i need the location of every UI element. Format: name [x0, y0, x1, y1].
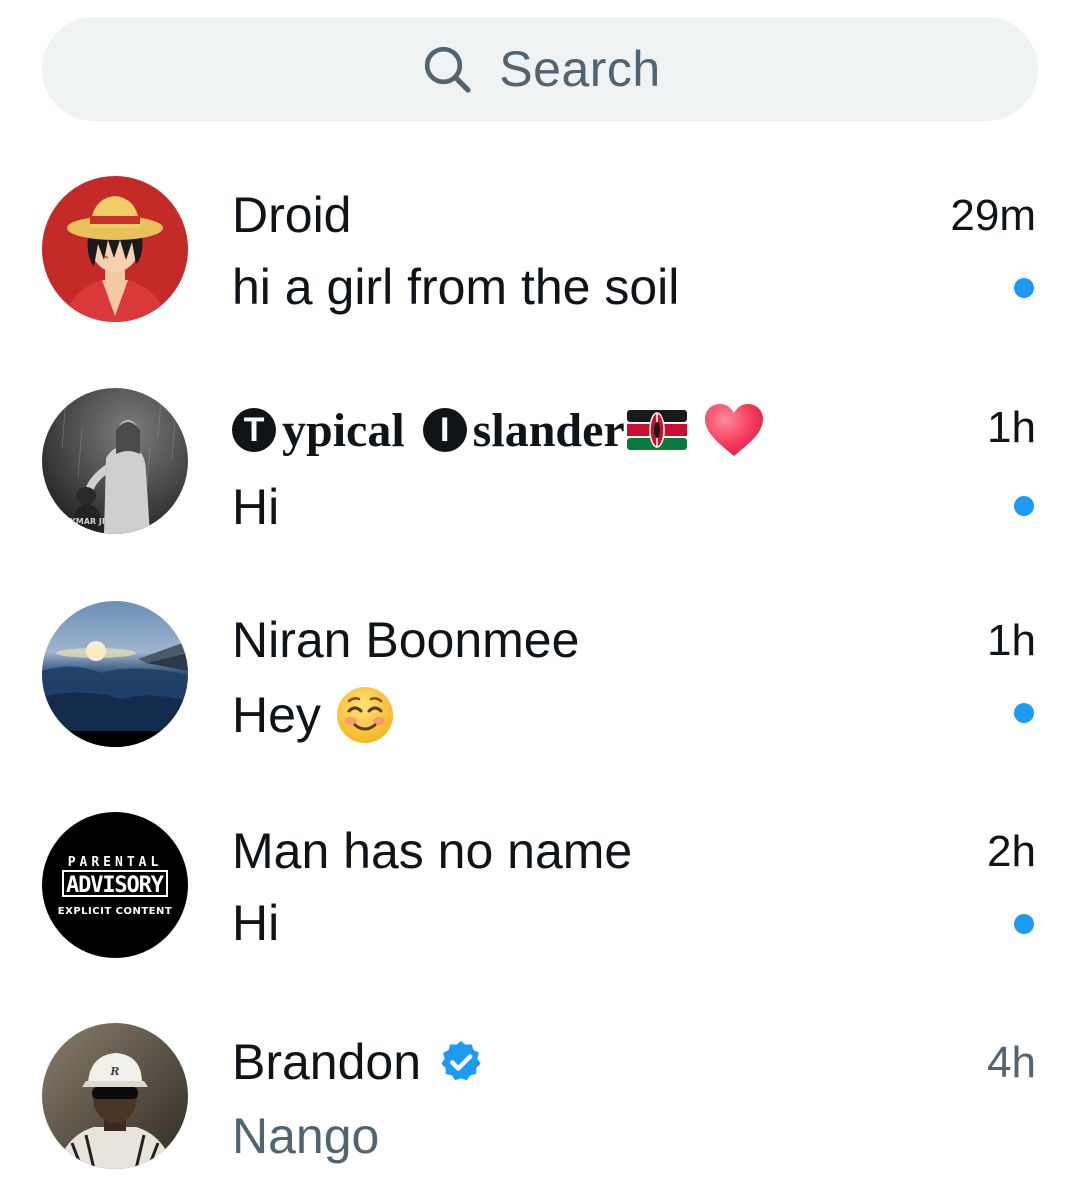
jesus-rain-avatar[interactable]: YMAR JR	[42, 388, 188, 534]
conversation-preview: Hi	[232, 479, 280, 535]
name-part: slander	[472, 403, 625, 457]
conversation-item[interactable]: YMAR JR T ypical I slander 1h Hi	[0, 372, 1076, 552]
kenya-flag-icon	[626, 410, 687, 450]
name-text: Brandon	[232, 1034, 422, 1090]
parental-advisory-avatar[interactable]: PARENTAL ADVISORY EXPLICIT CONTENT	[42, 812, 188, 958]
advisory-line-2: ADVISORY	[66, 873, 165, 898]
anime-straw-hat-avatar[interactable]	[42, 176, 188, 322]
conversation-name: T ypical I slander	[232, 402, 765, 458]
conversation-item[interactable]: Droid 29m hi a girl from the soil	[0, 160, 1076, 340]
man-cap-sunglasses-avatar[interactable]: R	[42, 1023, 188, 1169]
conversation-time: 2h	[987, 827, 1036, 876]
verified-badge-icon	[441, 1041, 481, 1081]
name-styled-text: T ypical I slander	[232, 403, 625, 458]
name-initial-badge: T	[232, 408, 276, 452]
unread-dot	[1014, 496, 1034, 516]
conversation-list: Droid 29m hi a girl from the soil YMAR J…	[0, 0, 1076, 1188]
advisory-line-1: PARENTAL	[68, 855, 163, 870]
advisory-line-3: EXPLICIT CONTENT	[58, 906, 172, 917]
conversation-time: 1h	[987, 403, 1036, 452]
unread-dot	[1014, 914, 1034, 934]
conversation-time: 1h	[987, 616, 1036, 665]
unread-dot	[1014, 278, 1034, 298]
svg-text:YMAR JR: YMAR JR	[69, 517, 108, 526]
preview-text: Hey	[232, 687, 321, 743]
unread-dot	[1014, 703, 1034, 723]
heart-icon	[704, 404, 763, 456]
conversation-preview: Nango	[232, 1108, 380, 1164]
name-part: ypical	[282, 403, 405, 457]
conversation-preview: hi a girl from the soil	[232, 259, 680, 315]
conversation-name: Brandon	[232, 1037, 485, 1087]
name-text: Droid	[232, 187, 352, 243]
conversation-item[interactable]: Niran Boonmee 1h Hey	[0, 585, 1076, 765]
airplane-window-sky-avatar[interactable]	[42, 601, 188, 747]
conversation-time: 4h	[987, 1038, 1036, 1087]
conversation-item[interactable]: R Brandon 4h Nango	[0, 1007, 1076, 1187]
conversation-name: Droid	[232, 190, 351, 240]
conversation-preview: Hi	[232, 895, 280, 951]
name-initial-badge: I	[422, 408, 467, 452]
svg-text:R: R	[109, 1065, 119, 1078]
name-text: Niran Boonmee	[232, 612, 580, 668]
conversation-time: 29m	[950, 191, 1036, 240]
conversation-name: Man has no name	[232, 826, 632, 876]
smiling-face-icon	[336, 687, 393, 743]
conversation-item[interactable]: PARENTAL ADVISORY EXPLICIT CONTENT Man h…	[0, 796, 1076, 976]
name-text: Man has no name	[232, 823, 633, 879]
conversation-preview: Hey	[232, 685, 395, 745]
conversation-name: Niran Boonmee	[232, 615, 579, 665]
